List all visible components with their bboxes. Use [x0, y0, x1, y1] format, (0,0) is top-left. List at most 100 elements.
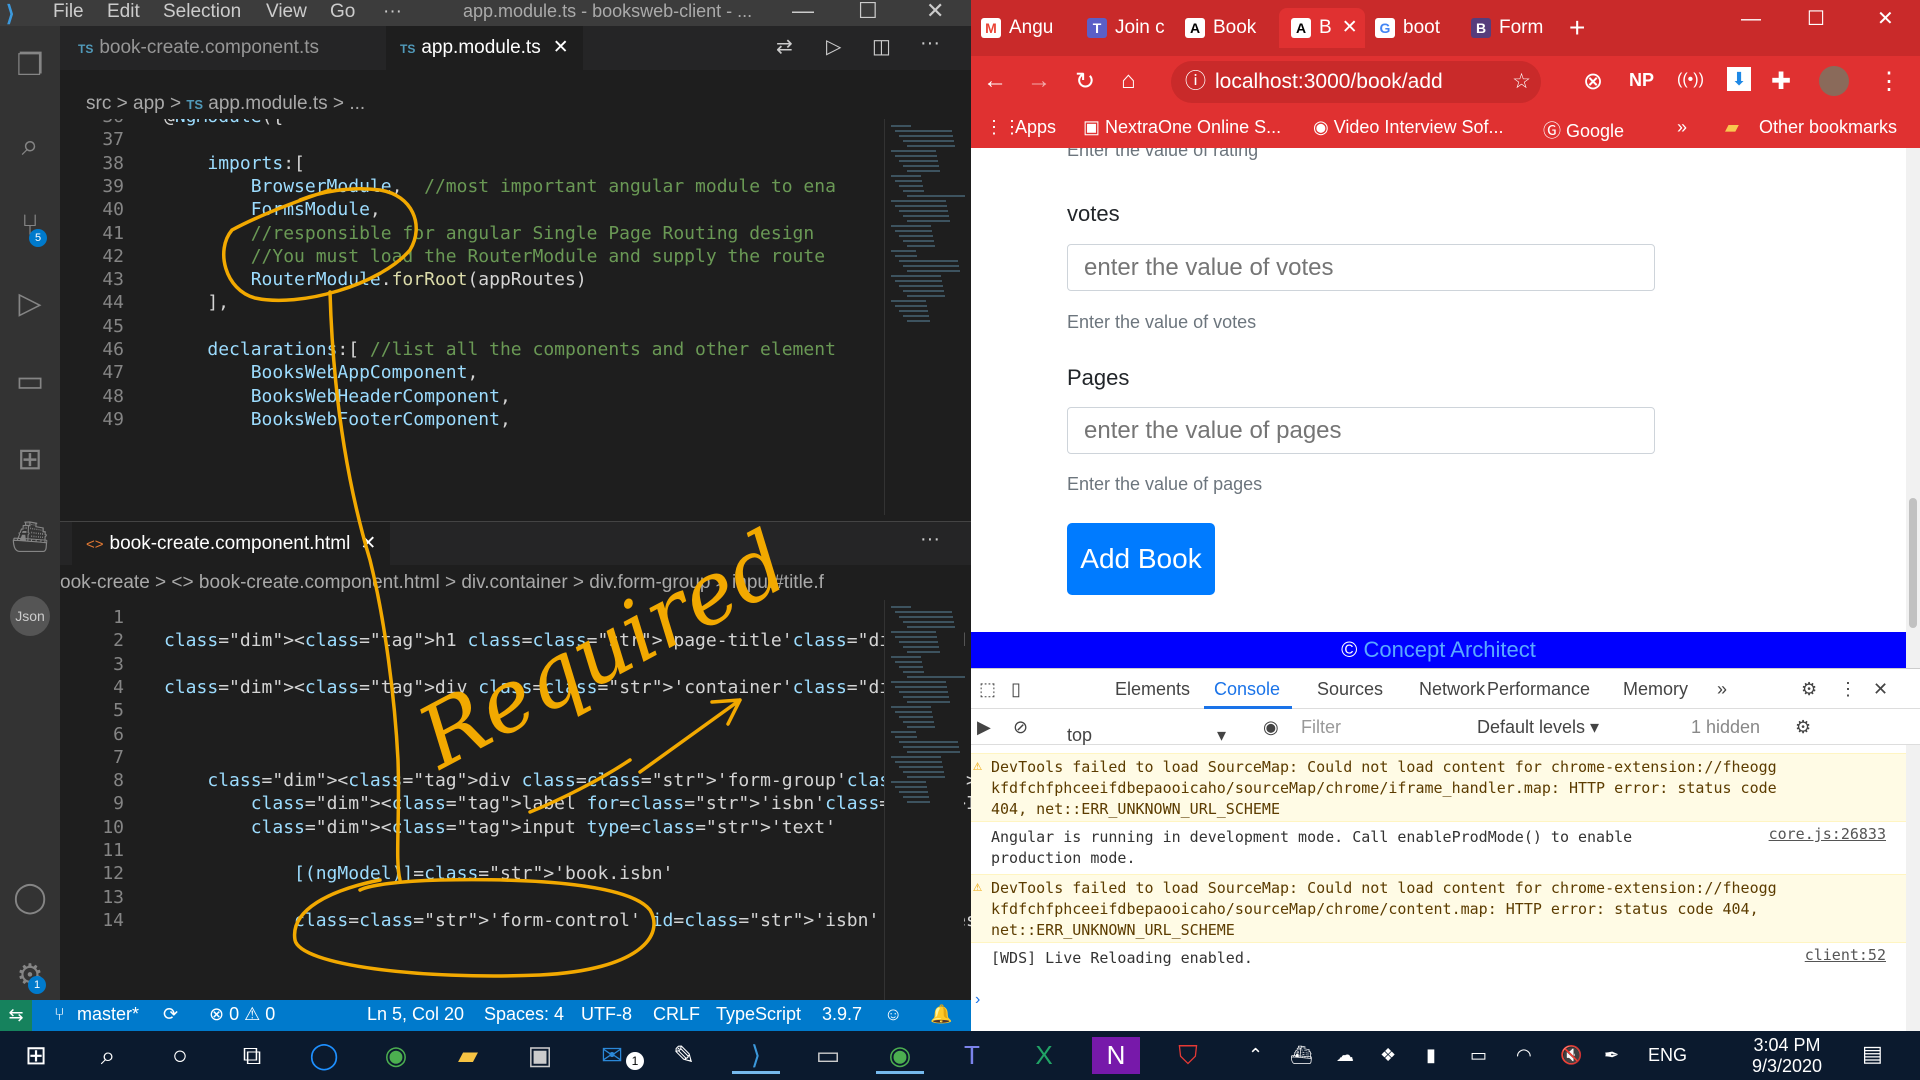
docker-tray-icon[interactable]: ⛴: [1290, 1045, 1313, 1066]
compare-icon[interactable]: ⇄: [776, 34, 793, 59]
bookmark-video-interview[interactable]: ◉ Video Interview Sof...: [1313, 117, 1503, 138]
encoding[interactable]: UTF-8: [581, 1004, 632, 1025]
devtools-menu-icon[interactable]: ⋮: [1839, 679, 1857, 700]
tab-app-module-ts[interactable]: TS app.module.ts ✕: [386, 26, 583, 70]
teams-icon[interactable]: T: [948, 1037, 996, 1074]
tab-elements[interactable]: Elements: [1115, 679, 1190, 700]
page-scrollbar[interactable]: [1906, 148, 1920, 668]
breadcrumb-bottom[interactable]: ook-create > <> book-create.component.ht…: [60, 568, 971, 598]
store-icon[interactable]: ▣: [516, 1037, 564, 1074]
back-icon[interactable]: ←: [983, 67, 1007, 95]
excel-icon[interactable]: X: [1020, 1037, 1068, 1074]
accounts-icon[interactable]: ◯: [10, 878, 50, 918]
footer-link[interactable]: Concept Architect: [1363, 637, 1535, 662]
breadcrumb-file[interactable]: app.module.ts: [208, 93, 327, 114]
bookmarks-overflow[interactable]: »: [1677, 117, 1687, 138]
bookmark-nextraone[interactable]: ▣ NextraOne Online S...: [1083, 117, 1281, 138]
code-line[interactable]: 14 class=class="str">'form-control' id=c…: [60, 907, 971, 935]
branch-icon[interactable]: ⑂: [54, 1004, 65, 1025]
language-mode[interactable]: TypeScript: [716, 1004, 801, 1025]
extensions-puzzle-icon[interactable]: ✚: [1771, 67, 1791, 96]
tab-performance[interactable]: Performance: [1487, 679, 1590, 700]
maximize-icon[interactable]: ☐: [1807, 6, 1825, 31]
minimize-icon[interactable]: —: [792, 0, 814, 24]
run-debug-icon[interactable]: ▷: [10, 284, 50, 324]
problems-indicator[interactable]: ⊗ 0 ⚠ 0: [209, 1004, 275, 1025]
cursor-position[interactable]: Ln 5, Col 20: [367, 1004, 464, 1025]
tray-expand-icon[interactable]: ⌃: [1248, 1045, 1263, 1066]
eye-icon[interactable]: ◉: [1263, 717, 1279, 738]
chrome-icon[interactable]: ◉: [372, 1037, 420, 1074]
menu-selection[interactable]: Selection: [163, 1, 241, 23]
usb-icon[interactable]: ▮: [1426, 1045, 1436, 1066]
menu-go[interactable]: Go: [330, 1, 355, 23]
clear-console-icon[interactable]: ⊘: [1013, 717, 1028, 738]
clock[interactable]: 3:04 PM 9/3/2020: [1732, 1035, 1842, 1077]
reload-icon[interactable]: ↻: [1075, 67, 1095, 96]
browser-tab[interactable]: A Book: [1185, 8, 1271, 48]
ts-version[interactable]: 3.9.7: [822, 1004, 862, 1025]
browser-tab-active[interactable]: A B ✕: [1279, 8, 1365, 48]
tab-book-create-ts[interactable]: TS book-create.component.ts: [64, 26, 333, 70]
profile-avatar[interactable]: [1819, 66, 1849, 96]
log-levels-select[interactable]: Default levels ▾: [1477, 717, 1599, 738]
console-prompt-icon[interactable]: ›: [975, 991, 980, 1009]
cortana-ring-icon[interactable]: ◯: [300, 1037, 348, 1074]
extension-np-icon[interactable]: NP: [1629, 70, 1654, 91]
devtools-settings-icon[interactable]: ⚙: [1801, 679, 1817, 700]
split-editor-icon[interactable]: ◫: [872, 34, 891, 59]
editor-top[interactable]: 36@NgModule({3738 imports:[39 BrowserMod…: [60, 119, 971, 515]
explorer-icon[interactable]: ❐: [10, 46, 50, 86]
chrome-icon[interactable]: ◉: [876, 1037, 924, 1074]
notification-center-icon[interactable]: ▤: [1862, 1041, 1883, 1067]
sidebar-toggle-icon[interactable]: ▶: [977, 717, 991, 738]
sync-icon[interactable]: ⟳: [163, 1004, 178, 1025]
minimap-bottom[interactable]: [884, 600, 965, 1000]
task-view-icon[interactable]: ⧉: [228, 1037, 276, 1074]
info-icon[interactable]: ⓘ: [1185, 61, 1206, 103]
forward-icon[interactable]: →: [1027, 67, 1051, 95]
bookmark-apps[interactable]: Apps: [1015, 117, 1056, 138]
close-icon[interactable]: ✕: [1877, 6, 1894, 31]
minimap-top[interactable]: [884, 119, 965, 515]
tab-memory[interactable]: Memory: [1623, 679, 1688, 700]
terminal-icon[interactable]: ▭: [804, 1037, 852, 1074]
search-icon[interactable]: ⌕: [10, 126, 50, 166]
console-source-link[interactable]: core.js:26833: [1769, 824, 1886, 845]
console-source-link[interactable]: client:52: [1805, 945, 1886, 966]
close-tab-icon[interactable]: ✕: [1342, 17, 1358, 38]
console-scrollbar[interactable]: [1906, 745, 1920, 1031]
maximize-icon[interactable]: ☐: [858, 0, 878, 24]
cortana-icon[interactable]: ○: [156, 1037, 204, 1074]
indentation[interactable]: Spaces: 4: [484, 1004, 564, 1025]
votes-input[interactable]: [1067, 244, 1655, 291]
minimize-icon[interactable]: —: [1741, 8, 1761, 31]
onenote-icon[interactable]: N: [1092, 1037, 1140, 1074]
browser-tab[interactable]: T Join c: [1087, 8, 1175, 48]
editor-bottom[interactable]: 1 2 class="dim"><class="tag">h1 class=clas…: [60, 600, 971, 1000]
add-book-button[interactable]: Add Book: [1067, 523, 1215, 595]
snip-icon[interactable]: ✎: [660, 1037, 708, 1074]
tab-console[interactable]: Console: [1214, 679, 1280, 700]
bookmark-google[interactable]: Ⓖ Google: [1543, 117, 1624, 143]
remote-icon[interactable]: ⇆: [0, 1000, 32, 1031]
line-endings[interactable]: CRLF: [653, 1004, 700, 1025]
new-tab-button[interactable]: +: [1569, 8, 1585, 48]
search-icon[interactable]: ⌕: [84, 1037, 132, 1074]
more-actions-icon[interactable]: ···: [920, 32, 940, 55]
dropbox-icon[interactable]: ❖: [1380, 1045, 1396, 1066]
breadcrumb-src[interactable]: src: [86, 93, 111, 114]
breadcrumb-more[interactable]: ...: [349, 93, 365, 114]
run-icon[interactable]: ▷: [826, 34, 841, 59]
download-extension-icon[interactable]: ⬇: [1727, 67, 1751, 91]
menu-more[interactable]: ···: [383, 1, 402, 23]
volume-icon[interactable]: 🔇: [1560, 1045, 1582, 1066]
close-icon[interactable]: ✕: [926, 0, 944, 24]
inspect-element-icon[interactable]: ⬚: [979, 679, 996, 700]
breadcrumb-app[interactable]: app: [133, 93, 165, 114]
console-settings-icon[interactable]: ⚙: [1795, 717, 1811, 738]
device-toolbar-icon[interactable]: ▯: [1011, 679, 1021, 700]
bookmark-star-icon[interactable]: ☆: [1512, 61, 1531, 103]
menu-edit[interactable]: Edit: [107, 1, 140, 23]
more-actions-icon[interactable]: ···: [920, 528, 940, 551]
